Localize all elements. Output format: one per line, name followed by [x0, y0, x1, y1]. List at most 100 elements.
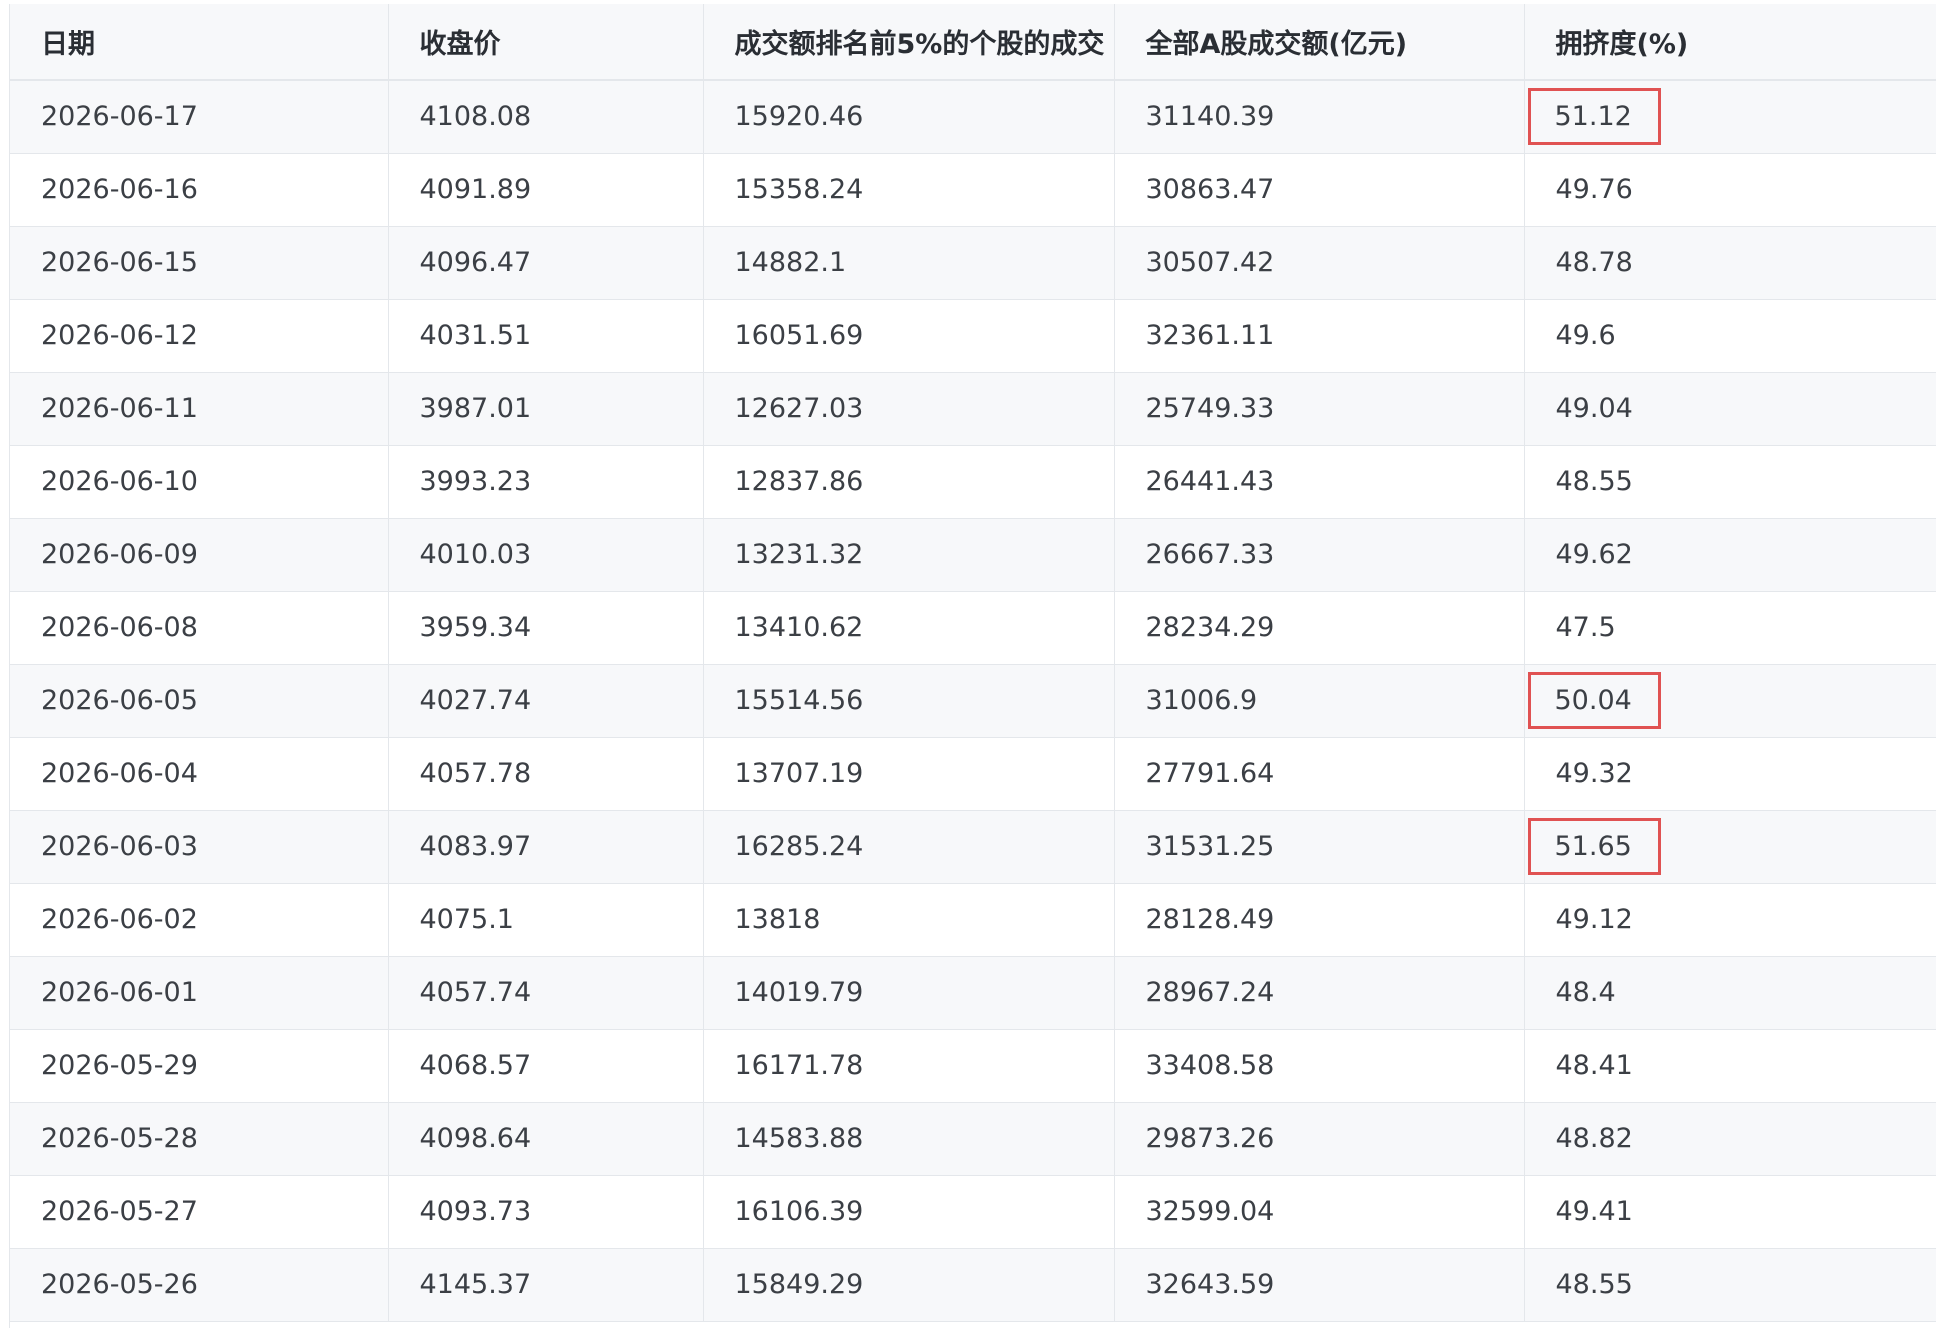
cell-value: 2026-06-11	[41, 393, 198, 424]
cell-value: 49.04	[1555, 393, 1633, 424]
table-row: 2026-06-03 4083.97 16285.24 31531.25 51.65	[10, 810, 1936, 884]
cell-total-turnover: 33408.58	[1114, 1029, 1525, 1103]
cell-value: 3959.34	[419, 612, 532, 643]
cell-crowding: 51.65	[1524, 810, 1936, 884]
table-row: 2026-06-08 3959.34 13410.62 28234.29 47.5	[10, 591, 1936, 665]
table-row: 2026-06-09 4010.03 13231.32 26667.33 49.62	[10, 518, 1936, 592]
cell-crowding: 48.55	[1524, 445, 1936, 519]
table-row: 2026-06-15 4096.47 14882.1 30507.42 48.78	[10, 226, 1936, 300]
cell-close: 3959.34	[388, 591, 704, 665]
highlighted-value: 50.04	[1527, 672, 1661, 729]
cell-value: 28128.49	[1145, 904, 1275, 935]
cell-value: 27791.64	[1145, 758, 1275, 789]
cell-value: 2026-05-27	[41, 1196, 198, 1227]
cell-total-turnover: 30863.47	[1114, 153, 1525, 227]
cell-value: 3993.23	[419, 466, 532, 497]
cell-value: 4145.37	[419, 1269, 532, 1300]
column-header-close[interactable]: 收盘价	[388, 4, 704, 81]
cell-total-turnover: 25749.33	[1114, 372, 1525, 446]
column-header-crowding[interactable]: 拥挤度(%)	[1524, 4, 1936, 81]
table-row: 2026-06-04 4057.78 13707.19 27791.64 49.32	[10, 737, 1936, 811]
data-table-container: 日期 收盘价 成交额排名前5%的个股的成交 全部A股成交额(亿元) 拥挤度(%)…	[9, 4, 1936, 1328]
cell-value: 49.32	[1555, 758, 1633, 789]
cell-date: 2026-05-29	[10, 1029, 389, 1103]
cell-total-turnover: 26441.43	[1114, 445, 1525, 519]
cell-top5-turnover: 16106.39	[703, 1175, 1115, 1249]
cell-total-turnover: 27791.64	[1114, 737, 1525, 811]
cell-total-turnover: 32643.59	[1114, 1248, 1525, 1322]
table-row: 2026-05-26 4145.37 15849.29 32643.59 48.55	[10, 1248, 1936, 1322]
cell-value: 16106.39	[734, 1196, 864, 1227]
cell-total-turnover: 28234.29	[1114, 591, 1525, 665]
cell-value: 4098.64	[419, 1123, 532, 1154]
cell-close: 4031.51	[388, 299, 704, 373]
cell-crowding: 49.6	[1524, 299, 1936, 373]
table-row: 2026-06-11 3987.01 12627.03 25749.33 49.04	[10, 372, 1936, 446]
highlighted-value: 51.12	[1527, 88, 1661, 146]
highlighted-value: 51.65	[1527, 818, 1661, 875]
cell-total-turnover: 28128.49	[1114, 883, 1525, 957]
cell-crowding: 51.12	[1524, 80, 1936, 154]
cell-value: 13231.32	[734, 539, 864, 570]
cell-top5-turnover: 15849.29	[703, 1248, 1115, 1322]
column-header-date[interactable]: 日期	[10, 4, 389, 81]
table-row: 2026-05-28 4098.64 14583.88 29873.26 48.82	[10, 1102, 1936, 1176]
cell-top5-turnover: 13707.19	[703, 737, 1115, 811]
cell-value: 29873.26	[1145, 1123, 1275, 1154]
cell-top5-turnover: 15920.46	[703, 80, 1115, 154]
cell-date: 2026-06-17	[10, 80, 389, 154]
cell-value: 48.4	[1555, 977, 1616, 1008]
cell-date: 2026-06-16	[10, 153, 389, 227]
cell-total-turnover: 30507.42	[1114, 226, 1525, 300]
cell-value: 48.55	[1555, 1269, 1633, 1300]
cell-top5-turnover: 14882.1	[703, 226, 1115, 300]
cell-top5-turnover: 13410.62	[703, 591, 1115, 665]
cell-value: 4057.74	[419, 977, 532, 1008]
cell-value: 2026-06-15	[41, 247, 198, 278]
cell-date: 2026-05-27	[10, 1175, 389, 1249]
cell-date: 2026-06-10	[10, 445, 389, 519]
cell-top5-turnover: 16285.24	[703, 810, 1115, 884]
cell-value: 4093.73	[419, 1196, 532, 1227]
cell-value: 2026-06-17	[41, 101, 198, 133]
cell-total-turnover: 32599.04	[1114, 1175, 1525, 1249]
cell-value: 2026-06-04	[41, 758, 198, 789]
cell-date: 2026-06-15	[10, 226, 389, 300]
cell-value: 4031.51	[419, 320, 532, 351]
cell-crowding: 48.78	[1524, 226, 1936, 300]
cell-value: 12627.03	[734, 393, 864, 424]
cell-value: 26441.43	[1145, 466, 1275, 497]
cell-crowding: 48.82	[1524, 1102, 1936, 1176]
cell-close: 4075.1	[388, 883, 704, 957]
cell-value: 2026-06-05	[41, 685, 198, 716]
cell-close: 4027.74	[388, 664, 704, 738]
column-header-top5-turnover[interactable]: 成交额排名前5%的个股的成交	[703, 4, 1115, 81]
cell-crowding: 47.5	[1524, 591, 1936, 665]
cell-crowding: 48.55	[1524, 1248, 1936, 1322]
cell-close: 4093.73	[388, 1175, 704, 1249]
cell-crowding: 49.62	[1524, 518, 1936, 592]
cell-top5-turnover: 13818	[703, 883, 1115, 957]
cell-date: 2026-05-28	[10, 1102, 389, 1176]
cell-crowding: 49.04	[1524, 372, 1936, 446]
cell-total-turnover: 31140.39	[1114, 80, 1525, 154]
cell-value: 14583.88	[734, 1123, 864, 1154]
column-header-total-turnover[interactable]: 全部A股成交额(亿元)	[1114, 4, 1525, 81]
cell-value: 49.76	[1555, 174, 1633, 205]
cell-value: 49.62	[1555, 539, 1633, 570]
cell-value: 2026-06-02	[41, 904, 198, 935]
cell-close: 4145.37	[388, 1248, 704, 1322]
cell-top5-turnover: 12627.03	[703, 372, 1115, 446]
cell-crowding: 48.4	[1524, 956, 1936, 1030]
cell-close: 4010.03	[388, 518, 704, 592]
cell-value: 4091.89	[419, 174, 532, 205]
cell-top5-turnover: 12837.86	[703, 445, 1115, 519]
cell-date: 2026-06-09	[10, 518, 389, 592]
cell-date: 2026-06-08	[10, 591, 389, 665]
cell-value: 13707.19	[734, 758, 864, 789]
cell-value: 15514.56	[734, 685, 864, 716]
table-row: 2026-05-29 4068.57 16171.78 33408.58 48.41	[10, 1029, 1936, 1103]
cell-value: 13410.62	[734, 612, 864, 643]
cell-value: 16051.69	[734, 320, 864, 351]
cell-date: 2026-06-02	[10, 883, 389, 957]
